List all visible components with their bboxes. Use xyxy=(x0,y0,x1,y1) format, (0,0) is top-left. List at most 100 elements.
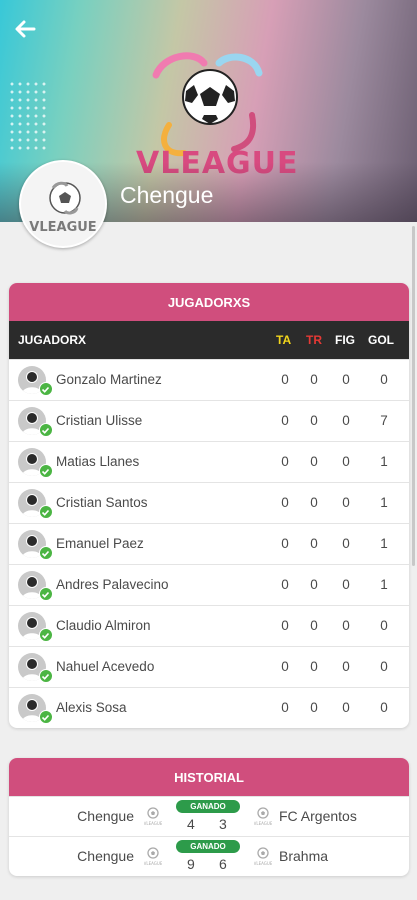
history-card-title: HISTORIAL xyxy=(9,758,409,796)
check-icon xyxy=(39,423,53,437)
player-stat-tr: 0 xyxy=(310,454,318,469)
column-gol: GOL xyxy=(368,333,394,347)
player-stat-fig: 0 xyxy=(342,618,350,633)
player-row[interactable]: Cristian Ulisse 0 0 0 7 xyxy=(9,400,409,441)
player-stat-ta: 0 xyxy=(281,700,289,715)
home-team-crest-icon: VLEAGUE xyxy=(144,845,163,867)
player-stat-tr: 0 xyxy=(310,536,318,551)
check-icon xyxy=(39,546,53,560)
check-icon xyxy=(39,464,53,478)
player-stat-ta: 0 xyxy=(281,372,289,387)
away-score: 3 xyxy=(219,816,227,832)
player-stat-tr: 0 xyxy=(310,659,318,674)
team-logo: VLEAGUE xyxy=(19,160,107,248)
svg-text:VLEAGUE: VLEAGUE xyxy=(254,821,272,826)
player-stat-gol: 0 xyxy=(380,618,388,633)
player-stat-fig: 0 xyxy=(342,413,350,428)
player-name: Emanuel Paez xyxy=(56,536,144,551)
player-row[interactable]: Gonzalo Martinez 0 0 0 0 xyxy=(9,359,409,400)
player-name: Cristian Ulisse xyxy=(56,413,143,428)
player-stat-tr: 0 xyxy=(310,577,318,592)
check-icon xyxy=(39,710,53,724)
match-result-badge: GANADO xyxy=(176,800,240,813)
player-name: Claudio Almiron xyxy=(56,618,151,633)
dot-pattern xyxy=(8,80,48,150)
player-stat-gol: 1 xyxy=(380,577,388,592)
player-stat-tr: 0 xyxy=(310,618,318,633)
home-team-name: Chengue xyxy=(77,808,134,824)
player-stat-ta: 0 xyxy=(281,413,289,428)
player-stat-gol: 0 xyxy=(380,372,388,387)
check-icon xyxy=(39,587,53,601)
player-stat-tr: 0 xyxy=(310,413,318,428)
team-logo-wordmark: VLEAGUE xyxy=(29,220,97,235)
player-stat-tr: 0 xyxy=(310,495,318,510)
player-stat-gol: 1 xyxy=(380,536,388,551)
player-stat-fig: 0 xyxy=(342,454,350,469)
away-team-crest-icon: VLEAGUE xyxy=(254,845,273,867)
player-name: Nahuel Acevedo xyxy=(56,659,155,674)
column-fig: FIG xyxy=(335,333,355,347)
player-stat-tr: 0 xyxy=(310,372,318,387)
player-row[interactable]: Cristian Santos 0 0 0 1 xyxy=(9,482,409,523)
player-name: Cristian Santos xyxy=(56,495,148,510)
column-player: JUGADORX xyxy=(18,333,87,347)
column-ta: TA xyxy=(276,333,292,347)
home-score: 4 xyxy=(187,816,195,832)
home-team-crest-icon: VLEAGUE xyxy=(144,805,163,827)
soccer-ball-icon xyxy=(49,181,81,215)
away-team-name: FC Argentos xyxy=(279,808,357,824)
players-card: JUGADORXS JUGADORX TA TR FIG GOL Gonzalo… xyxy=(9,283,409,728)
scrollbar[interactable] xyxy=(412,226,415,566)
check-icon xyxy=(39,505,53,519)
player-stat-gol: 7 xyxy=(380,413,388,428)
player-stat-fig: 0 xyxy=(342,372,350,387)
home-score: 9 xyxy=(187,856,195,872)
away-team-crest-icon: VLEAGUE xyxy=(254,805,273,827)
player-row[interactable]: Alexis Sosa 0 0 0 0 xyxy=(9,687,409,728)
home-team-name: Chengue xyxy=(77,848,134,864)
player-stat-fig: 0 xyxy=(342,700,350,715)
away-team-name: Brahma xyxy=(279,848,329,864)
player-name: Andres Palavecino xyxy=(56,577,169,592)
svg-text:VLEAGUE: VLEAGUE xyxy=(254,861,272,866)
player-stat-fig: 0 xyxy=(342,536,350,551)
player-row[interactable]: Emanuel Paez 0 0 0 1 xyxy=(9,523,409,564)
players-table-header: JUGADORX TA TR FIG GOL xyxy=(9,321,409,359)
player-stat-gol: 1 xyxy=(380,454,388,469)
player-stat-ta: 0 xyxy=(281,577,289,592)
player-stat-gol: 1 xyxy=(380,495,388,510)
player-stat-tr: 0 xyxy=(310,700,318,715)
player-stat-ta: 0 xyxy=(281,454,289,469)
player-stat-ta: 0 xyxy=(281,659,289,674)
check-icon xyxy=(39,628,53,642)
away-score: 6 xyxy=(219,856,227,872)
player-row[interactable]: Nahuel Acevedo 0 0 0 0 xyxy=(9,646,409,687)
history-list: Chengue VLEAGUE GANADO 4 3 VLEAGUE FC Argentos… xyxy=(9,796,409,876)
check-icon xyxy=(39,382,53,396)
player-stat-fig: 0 xyxy=(342,659,350,674)
svg-text:VLEAGUE: VLEAGUE xyxy=(144,861,162,866)
player-stat-fig: 0 xyxy=(342,495,350,510)
match-row[interactable]: Chengue VLEAGUE GANADO 4 3 VLEAGUE FC Argentos xyxy=(9,796,409,836)
players-card-title: JUGADORXS xyxy=(9,283,409,321)
player-stat-ta: 0 xyxy=(281,495,289,510)
players-list: Gonzalo Martinez 0 0 0 0 Cristian Ulisse 0 0 0 7 M… xyxy=(9,359,409,728)
player-row[interactable]: Matias Llanes 0 0 0 1 xyxy=(9,441,409,482)
player-stat-fig: 0 xyxy=(342,577,350,592)
arrow-left-icon[interactable] xyxy=(10,14,40,44)
history-card: HISTORIAL Chengue VLEAGUE GANADO 4 3 VLEAGUE F… xyxy=(9,758,409,876)
check-icon xyxy=(39,669,53,683)
player-name: Matias Llanes xyxy=(56,454,140,469)
player-stat-ta: 0 xyxy=(281,618,289,633)
player-name: Alexis Sosa xyxy=(56,700,127,715)
match-row[interactable]: Chengue VLEAGUE GANADO 9 6 VLEAGUE Brahma xyxy=(9,836,409,876)
player-row[interactable]: Andres Palavecino 0 0 0 1 xyxy=(9,564,409,605)
match-result-badge: GANADO xyxy=(176,840,240,853)
svg-text:VLEAGUE: VLEAGUE xyxy=(144,821,162,826)
team-name: Chengue xyxy=(120,182,214,208)
player-name: Gonzalo Martinez xyxy=(56,372,162,387)
column-tr: TR xyxy=(306,333,322,347)
player-stat-gol: 0 xyxy=(380,659,388,674)
player-row[interactable]: Claudio Almiron 0 0 0 0 xyxy=(9,605,409,646)
